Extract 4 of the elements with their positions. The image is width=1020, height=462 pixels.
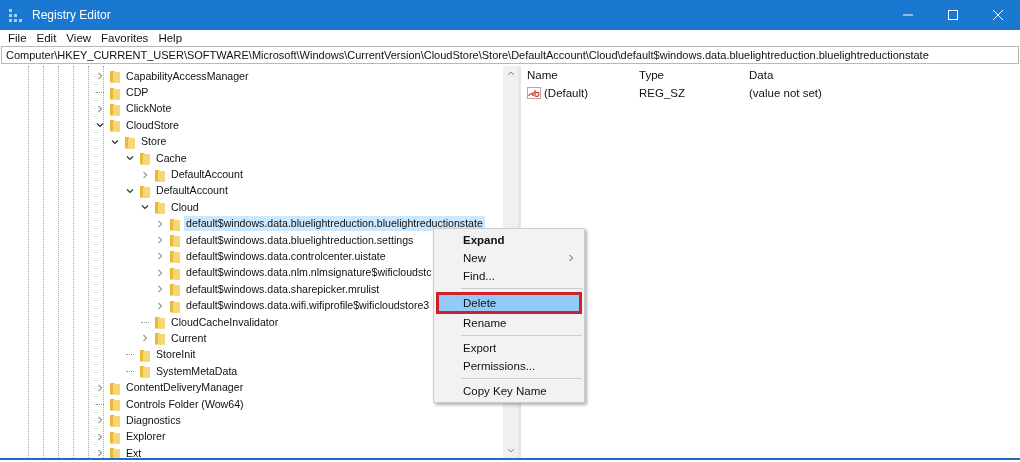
table-cell: (value not set) [749, 87, 822, 99]
window-title: Registry Editor [32, 8, 111, 22]
table-cell: (Default) [544, 87, 589, 99]
table-cell-text: REG_SZ [639, 87, 686, 99]
